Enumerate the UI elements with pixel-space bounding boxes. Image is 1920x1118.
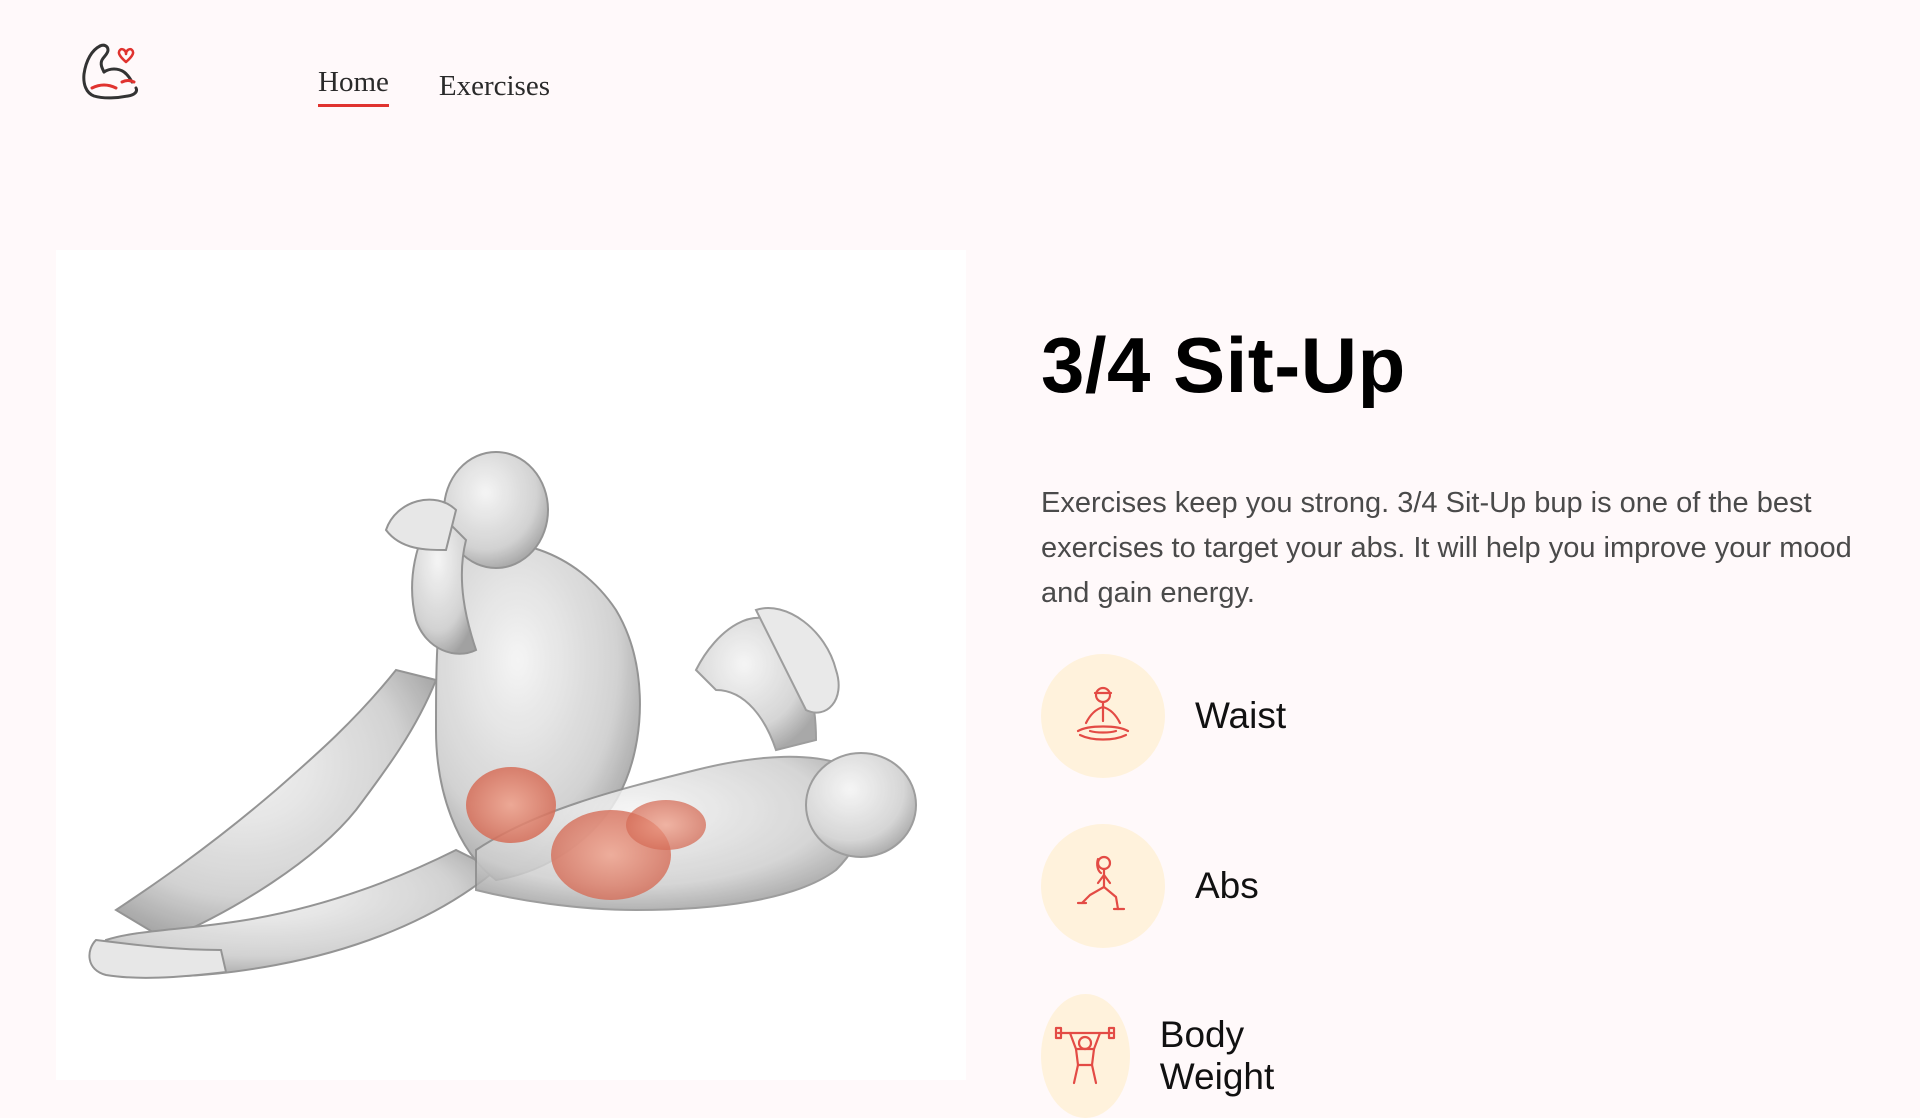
meditation-pose-icon (1041, 654, 1165, 778)
tag-waist[interactable]: Waist (1041, 654, 1286, 778)
tag-body-weight[interactable]: Body Weight (1041, 994, 1309, 1118)
nav-links: Home Exercises (318, 66, 550, 107)
lunge-pose-icon (1041, 824, 1165, 948)
nav-link-home[interactable]: Home (318, 66, 389, 107)
tag-label: Waist (1195, 695, 1287, 736)
exercise-image (56, 250, 966, 1080)
flexed-arm-heart-icon[interactable] (78, 38, 144, 104)
nav-link-exercises[interactable]: Exercises (439, 70, 550, 107)
tag-label: Body Weight (1159, 1014, 1275, 1097)
exercise-description: Exercises keep you strong. 3/4 Sit-Up bu… (1041, 487, 1852, 609)
exercise-detail: 3/4 Sit-Up Exercises keep you strong. 3/… (1041, 320, 1871, 1118)
weightlifter-icon (1041, 994, 1130, 1118)
tag-label: Abs (1195, 865, 1259, 906)
tag-abs[interactable]: Abs (1041, 824, 1259, 948)
navbar: Home Exercises (0, 0, 1920, 160)
page-title: 3/4 Sit-Up (1041, 321, 1406, 409)
